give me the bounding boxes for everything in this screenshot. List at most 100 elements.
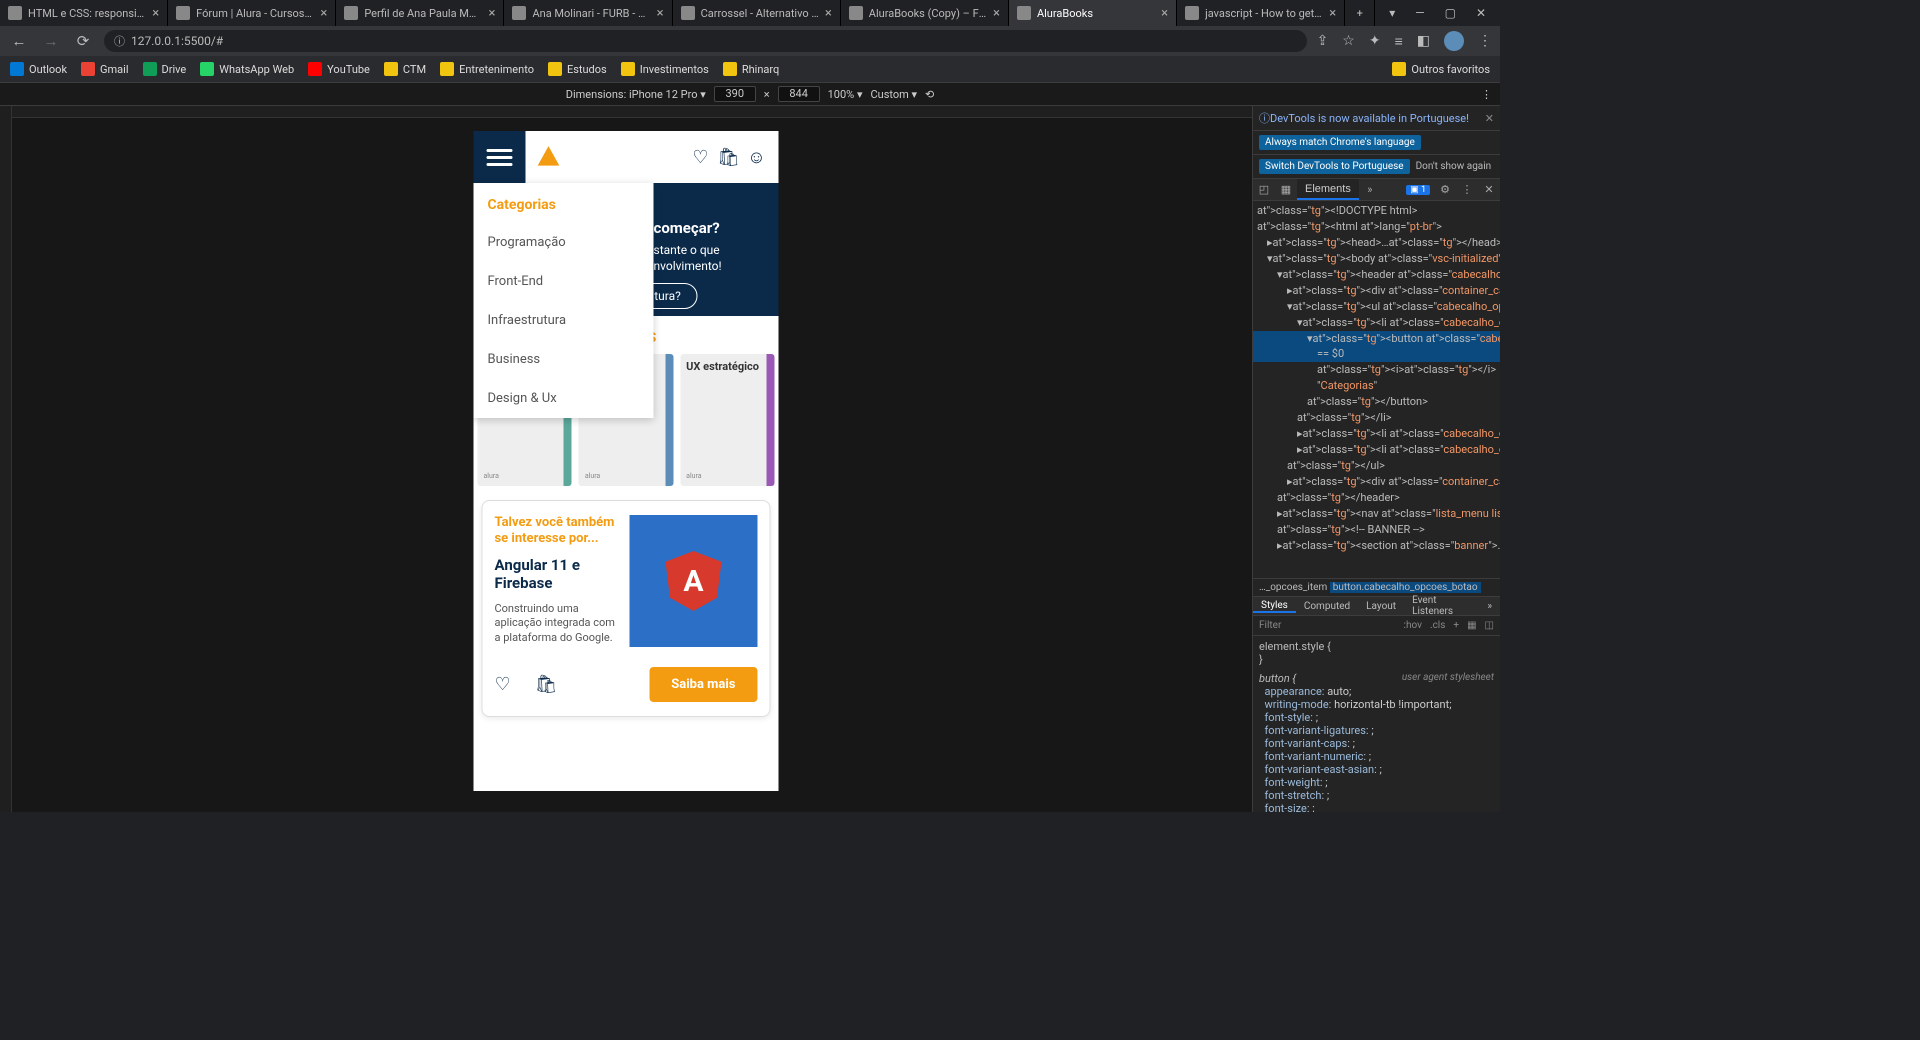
dom-node[interactable]: at">class="tg"><html at">lang="pt-br"> — [1253, 219, 1500, 235]
dropdown-item[interactable]: Programação — [474, 223, 654, 262]
bookmark-item[interactable]: Entretenimento — [440, 62, 534, 76]
computed-styles-icon[interactable]: ▦ — [1467, 620, 1476, 631]
devtools-close-icon[interactable]: ✕ — [1478, 183, 1500, 196]
reload-button[interactable]: ⟳ — [72, 32, 94, 50]
more-tabs-icon[interactable]: » — [1359, 183, 1381, 196]
close-icon[interactable]: × — [993, 6, 1000, 21]
styles-tab[interactable]: Computed — [1296, 601, 1358, 612]
dom-node[interactable]: at">class="tg"><!-- BANNER --> — [1253, 522, 1500, 538]
css-property[interactable]: appearance: auto; — [1259, 685, 1494, 698]
extensions-icon[interactable]: ✦ — [1369, 33, 1381, 49]
bookmark-item[interactable]: WhatsApp Web — [200, 62, 294, 76]
browser-tab[interactable]: Perfil de Ana Paula Molina× — [336, 0, 504, 26]
hamburger-menu-button[interactable] — [474, 131, 526, 183]
dom-node[interactable]: ▸at">class="tg"><head>…at">class="tg"></… — [1253, 235, 1500, 251]
profile-avatar[interactable] — [1444, 31, 1464, 51]
more-tabs-icon[interactable]: » — [1479, 601, 1500, 612]
browser-tab[interactable]: Ana Molinari - FURB - Uni× — [504, 0, 672, 26]
bookmark-item[interactable]: Drive — [143, 62, 187, 76]
window-chevron-icon[interactable]: ▾ — [1389, 6, 1395, 20]
tab-elements[interactable]: Elements — [1297, 179, 1359, 200]
bag-icon[interactable]: 🛍 — [715, 147, 743, 168]
browser-tab[interactable]: HTML e CSS: responsivida× — [0, 0, 168, 26]
menu-kebab-icon[interactable]: ⋮ — [1478, 33, 1492, 49]
styles-pane[interactable]: element.style { } user agent stylesheet … — [1253, 636, 1500, 812]
match-language-button[interactable]: Always match Chrome's language — [1259, 135, 1421, 150]
hov-toggle[interactable]: :hov — [1404, 620, 1422, 631]
dropdown-item[interactable]: Infraestrutura — [474, 301, 654, 340]
dom-node[interactable]: == $0 — [1253, 346, 1500, 362]
css-property[interactable]: font-variant-caps: ; — [1259, 737, 1494, 750]
dom-node[interactable]: at">class="tg"></header> — [1253, 490, 1500, 506]
box-model-icon[interactable]: ◫ — [1485, 620, 1494, 631]
css-property[interactable]: font-variant-ligatures: ; — [1259, 724, 1494, 737]
close-icon[interactable]: × — [152, 6, 159, 21]
dom-node[interactable]: at">class="tg"><!DOCTYPE html> — [1253, 203, 1500, 219]
css-property[interactable]: font-variant-east-asian: ; — [1259, 763, 1494, 776]
inspect-icon[interactable]: ◰ — [1253, 183, 1275, 196]
css-property[interactable]: font-weight: ; — [1259, 776, 1494, 789]
devtools-menu-icon[interactable]: ⋮ — [1456, 183, 1478, 196]
dom-node[interactable]: at">class="tg"></button> — [1253, 394, 1500, 410]
dropdown-item[interactable]: Design & Ux — [474, 379, 654, 418]
devicebar-menu-icon[interactable]: ⋮ — [1481, 88, 1492, 101]
bookmark-item[interactable]: Estudos — [548, 62, 607, 76]
styles-tab[interactable]: Layout — [1358, 601, 1404, 612]
dom-node[interactable]: "Categorias" — [1253, 378, 1500, 394]
close-icon[interactable]: ✕ — [1485, 112, 1494, 125]
height-input[interactable]: 844 — [778, 86, 820, 102]
dom-node[interactable]: at">class="tg"></li> — [1253, 410, 1500, 426]
learn-more-button[interactable]: Saiba mais — [649, 667, 757, 702]
dom-node[interactable]: ▸at">class="tg"><div at">class="containe… — [1253, 283, 1500, 299]
close-icon[interactable]: × — [1329, 6, 1336, 21]
account-icon[interactable]: ☺ — [743, 147, 771, 168]
favorite-icon[interactable]: ♡ — [495, 674, 511, 695]
share-icon[interactable]: ⇪ — [1317, 33, 1329, 49]
close-icon[interactable]: × — [657, 6, 664, 21]
bookmark-item[interactable]: YouTube — [308, 62, 370, 76]
bookmark-item[interactable]: Outlook — [10, 62, 67, 76]
bookmark-item[interactable]: CTM — [384, 62, 426, 76]
styles-tab[interactable]: Styles — [1253, 600, 1296, 613]
new-tab-button[interactable]: + — [1345, 0, 1375, 26]
book-card[interactable]: UX estratégico alura — [680, 354, 774, 486]
width-input[interactable]: 390 — [714, 86, 756, 102]
dom-node[interactable]: ▸at">class="tg"><div at">class="containe… — [1253, 474, 1500, 490]
dom-node[interactable]: ▸at">class="tg"><section at">class="bann… — [1253, 538, 1500, 554]
zoom-dropdown[interactable]: 100% ▾ — [828, 88, 863, 101]
window-minimize[interactable]: — — [1415, 6, 1424, 20]
back-button[interactable]: ← — [8, 32, 30, 50]
settings-icon[interactable]: ⚙ — [1434, 183, 1456, 196]
dom-node[interactable]: ▸at">class="tg"><li at">class="cabecalho… — [1253, 442, 1500, 458]
close-icon[interactable]: × — [320, 6, 327, 21]
window-close[interactable]: ✕ — [1476, 6, 1486, 20]
dom-node[interactable]: ▾at">class="tg"><ul at">class="cabecalho… — [1253, 299, 1500, 315]
bookmark-item[interactable]: Investimentos — [621, 62, 709, 76]
dom-node[interactable]: at">class="tg"><i>at">class="tg"></i> — [1253, 362, 1500, 378]
css-property[interactable]: font-stretch: ; — [1259, 789, 1494, 802]
switch-language-button[interactable]: Switch DevTools to Portuguese — [1259, 159, 1410, 174]
breadcrumb[interactable]: …_opcoes_item button.cabecalho_opcoes_bo… — [1253, 578, 1500, 596]
browser-tab[interactable]: Carrossel - Alternativo (Ex× — [673, 0, 841, 26]
browser-tab[interactable]: AluraBooks (Copy) – Figma× — [841, 0, 1009, 26]
cls-toggle[interactable]: .cls — [1430, 620, 1445, 631]
browser-tab[interactable]: Fórum | Alura - Cursos onl× — [168, 0, 336, 26]
dropdown-item[interactable]: Business — [474, 340, 654, 379]
close-icon[interactable]: × — [825, 6, 832, 21]
css-property[interactable]: font-style: ; — [1259, 711, 1494, 724]
add-rule-icon[interactable]: + — [1453, 620, 1459, 631]
omnibox[interactable]: ⓘ 127.0.0.1:5500/# — [104, 30, 1307, 52]
close-icon[interactable]: × — [1161, 6, 1168, 21]
dom-node[interactable]: ▾at">class="tg"><li at">class="cabecalho… — [1253, 315, 1500, 331]
filter-input[interactable]: Filter — [1259, 620, 1281, 631]
window-maximize[interactable]: ▢ — [1445, 6, 1456, 20]
close-icon[interactable]: × — [489, 6, 496, 21]
browser-tab[interactable]: javascript - How to get ele× — [1177, 0, 1345, 26]
other-bookmarks[interactable]: Outros favoritos — [1392, 62, 1490, 76]
dom-node[interactable]: ▾at">class="tg"><header at">class="cabec… — [1253, 267, 1500, 283]
css-property[interactable]: font-variant-numeric: ; — [1259, 750, 1494, 763]
css-property[interactable]: font-size: ; — [1259, 802, 1494, 812]
logo-icon[interactable] — [536, 144, 562, 170]
issue-badge[interactable]: ▣ 1 — [1406, 185, 1430, 195]
dom-tree[interactable]: at">class="tg"><!DOCTYPE html>at">class=… — [1253, 201, 1500, 578]
